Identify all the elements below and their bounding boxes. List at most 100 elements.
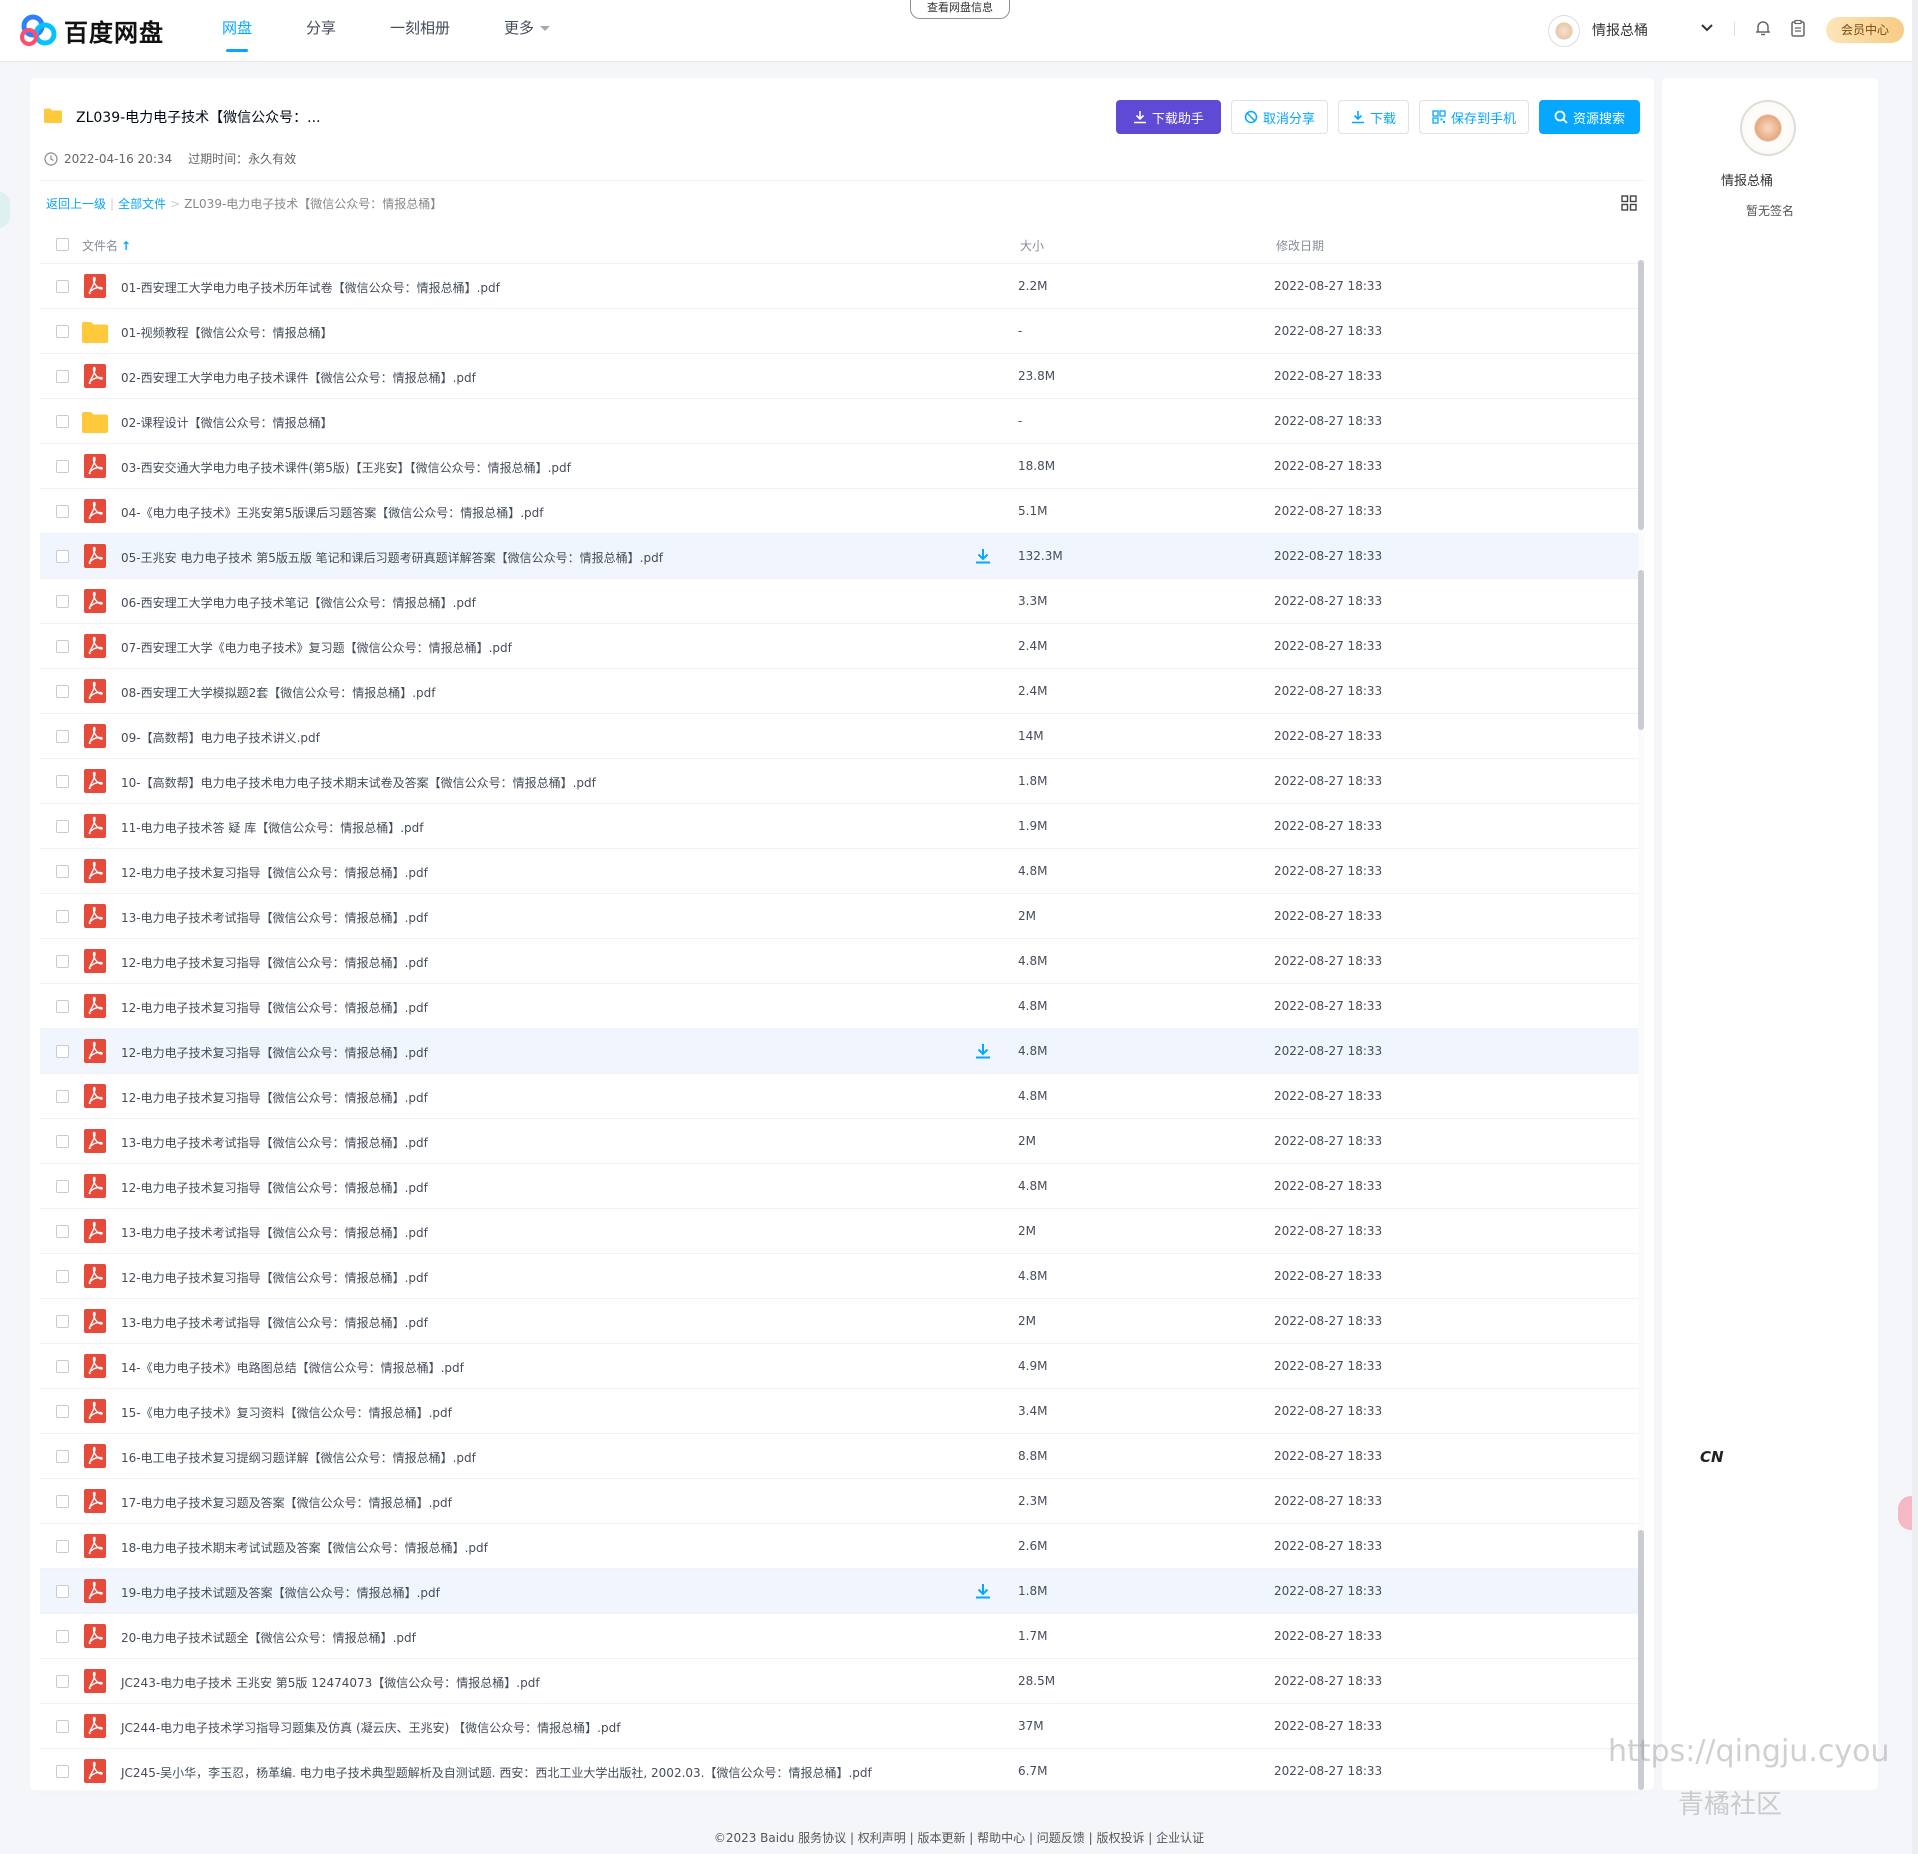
file-name[interactable]: 12-电力电子技术复习指导【微信公众号：情报总桶】.pdf	[121, 1044, 428, 1061]
row-checkbox[interactable]	[56, 1090, 69, 1103]
file-row[interactable]: 05-王兆安 电力电子技术 第5版五版 笔记和课后习题考研真题详解答案【微信公众…	[40, 534, 1638, 579]
download-icon[interactable]	[974, 547, 992, 565]
row-checkbox[interactable]	[56, 460, 69, 473]
file-row[interactable]: 07-西安理工大学《电力电子技术》复习题【微信公众号：情报总桶】.pdf 2.4M…	[40, 624, 1638, 669]
download-button[interactable]: 下载	[1337, 100, 1409, 134]
file-row[interactable]: 10-【高数帮】电力电子技术电力电子技术期末试卷及答案【微信公众号：情报总桶】.…	[40, 759, 1638, 804]
breadcrumb-all-files-link[interactable]: 全部文件	[118, 195, 166, 212]
row-checkbox[interactable]	[56, 685, 69, 698]
user-avatar[interactable]	[1548, 15, 1580, 47]
file-row[interactable]: JC245-吴小华，李玉忍，杨革编. 电力电子技术典型题解析及自测试题. 西安：…	[40, 1749, 1638, 1794]
row-checkbox[interactable]	[56, 1270, 69, 1283]
row-checkbox[interactable]	[56, 775, 69, 788]
file-name[interactable]: 18-电力电子技术期末考试试题及答案【微信公众号：情报总桶】.pdf	[121, 1539, 488, 1556]
breadcrumb-back-link[interactable]: 返回上一级	[46, 195, 106, 212]
sharer-avatar[interactable]	[1740, 100, 1796, 156]
file-row[interactable]: 08-西安理工大学模拟题2套【微信公众号：情报总桶】.pdf 2.4M 2022-0…	[40, 669, 1638, 714]
file-name[interactable]: 10-【高数帮】电力电子技术电力电子技术期末试卷及答案【微信公众号：情报总桶】.…	[121, 774, 596, 791]
row-checkbox[interactable]	[56, 910, 69, 923]
nav-item-more[interactable]: 更多	[504, 0, 551, 62]
download-icon[interactable]	[974, 1042, 992, 1060]
row-checkbox[interactable]	[56, 415, 69, 428]
file-row[interactable]: JC244-电力电子技术学习指导习题集及仿真 (凝云庆、王兆安) 【微信公众号：…	[40, 1704, 1638, 1749]
row-checkbox[interactable]	[56, 595, 69, 608]
row-checkbox[interactable]	[56, 1540, 69, 1553]
file-row[interactable]: 12-电力电子技术复习指导【微信公众号：情报总桶】.pdf 4.8M 2022-08…	[40, 1164, 1638, 1209]
row-checkbox[interactable]	[56, 1360, 69, 1373]
column-header-name[interactable]: 文件名 ↑	[82, 237, 131, 254]
column-header-date[interactable]: 修改日期	[1276, 237, 1324, 254]
row-checkbox[interactable]	[56, 1180, 69, 1193]
save-to-phone-button[interactable]: 保存到手机	[1418, 100, 1529, 134]
row-checkbox[interactable]	[56, 280, 69, 293]
file-name[interactable]: 20-电力电子技术试题全【微信公众号：情报总桶】.pdf	[121, 1629, 416, 1646]
file-row[interactable]: 02-课程设计【微信公众号：情报总桶】 - 2022-08-27 18:33	[40, 399, 1638, 444]
file-row[interactable]: 13-电力电子技术考试指导【微信公众号：情报总桶】.pdf 2M 2022-08-2…	[40, 1119, 1638, 1164]
file-row[interactable]: 19-电力电子技术试题及答案【微信公众号：情报总桶】.pdf 1.8M 2022-0…	[40, 1569, 1638, 1614]
file-name[interactable]: 12-电力电子技术复习指导【微信公众号：情报总桶】.pdf	[121, 864, 428, 881]
file-row[interactable]: 14-《电力电子技术》电路图总结【微信公众号：情报总桶】.pdf 4.9M 2022…	[40, 1344, 1638, 1389]
row-checkbox[interactable]	[56, 865, 69, 878]
row-checkbox[interactable]	[56, 640, 69, 653]
list-scrollbar[interactable]	[1638, 260, 1644, 1790]
file-name[interactable]: 19-电力电子技术试题及答案【微信公众号：情报总桶】.pdf	[121, 1584, 440, 1601]
file-name[interactable]: 03-西安交通大学电力电子技术课件(第5版)【王兆安】【微信公众号：情报总桶】.…	[121, 459, 571, 476]
row-checkbox[interactable]	[56, 1225, 69, 1238]
file-name[interactable]: 13-电力电子技术考试指导【微信公众号：情报总桶】.pdf	[121, 1224, 428, 1241]
file-row[interactable]: 01-西安理工大学电力电子技术历年试卷【微信公众号：情报总桶】.pdf 2.2M 2…	[40, 264, 1638, 309]
download-helper-button[interactable]: 下载助手	[1115, 100, 1221, 134]
file-row[interactable]: 12-电力电子技术复习指导【微信公众号：情报总桶】.pdf 4.8M 2022-08…	[40, 1029, 1638, 1074]
resource-search-button[interactable]: 资源搜索	[1538, 100, 1640, 134]
file-row[interactable]: 09-【高数帮】电力电子技术讲义.pdf 14M 2022-08-27 18:33	[40, 714, 1638, 759]
file-row[interactable]: 04-《电力电子技术》王兆安第5版课后习题答案【微信公众号：情报总桶】.pdf 5…	[40, 489, 1638, 534]
language-badge[interactable]: CN	[1700, 1448, 1724, 1466]
row-checkbox[interactable]	[56, 1315, 69, 1328]
file-name[interactable]: 13-电力电子技术考试指导【微信公众号：情报总桶】.pdf	[121, 1134, 428, 1151]
view-disk-info-tab[interactable]: 查看网盘信息	[910, 0, 1010, 19]
nav-item-share[interactable]: 分享	[306, 0, 336, 62]
row-checkbox[interactable]	[56, 955, 69, 968]
user-name[interactable]: 情报总桶	[1592, 20, 1648, 40]
file-row[interactable]: 01-视频教程【微信公众号：情报总桶】 - 2022-08-27 18:33	[40, 309, 1638, 354]
row-checkbox[interactable]	[56, 1000, 69, 1013]
file-row[interactable]: 12-电力电子技术复习指导【微信公众号：情报总桶】.pdf 4.8M 2022-08…	[40, 984, 1638, 1029]
file-name[interactable]: 01-视频教程【微信公众号：情报总桶】	[121, 324, 333, 341]
row-checkbox[interactable]	[56, 1045, 69, 1058]
clipboard-icon[interactable]	[1789, 19, 1807, 37]
file-row[interactable]: 03-西安交通大学电力电子技术课件(第5版)【王兆安】【微信公众号：情报总桶】.…	[40, 444, 1638, 489]
file-name[interactable]: 08-西安理工大学模拟题2套【微信公众号：情报总桶】.pdf	[121, 684, 436, 701]
file-name[interactable]: 15-《电力电子技术》复习资料【微信公众号：情报总桶】.pdf	[121, 1404, 452, 1421]
chevron-down-icon[interactable]	[1700, 21, 1714, 35]
file-name[interactable]: 02-西安理工大学电力电子技术课件【微信公众号：情报总桶】.pdf	[121, 369, 476, 386]
file-name[interactable]: JC244-电力电子技术学习指导习题集及仿真 (凝云庆、王兆安) 【微信公众号：…	[121, 1719, 620, 1736]
row-checkbox[interactable]	[56, 1495, 69, 1508]
file-row[interactable]: 15-《电力电子技术》复习资料【微信公众号：情报总桶】.pdf 3.4M 2022-…	[40, 1389, 1638, 1434]
file-name[interactable]: 04-《电力电子技术》王兆安第5版课后习题答案【微信公众号：情报总桶】.pdf	[121, 504, 544, 521]
scrollbar-thumb[interactable]	[1638, 260, 1644, 530]
file-name[interactable]: 14-《电力电子技术》电路图总结【微信公众号：情报总桶】.pdf	[121, 1359, 464, 1376]
row-checkbox[interactable]	[56, 505, 69, 518]
file-name[interactable]: 12-电力电子技术复习指导【微信公众号：情报总桶】.pdf	[121, 954, 428, 971]
file-name[interactable]: 12-电力电子技术复习指导【微信公众号：情报总桶】.pdf	[121, 1089, 428, 1106]
row-checkbox[interactable]	[56, 730, 69, 743]
cancel-share-button[interactable]: 取消分享	[1230, 100, 1328, 134]
file-row[interactable]: 12-电力电子技术复习指导【微信公众号：情报总桶】.pdf 4.8M 2022-08…	[40, 1254, 1638, 1299]
bell-icon[interactable]	[1754, 19, 1772, 37]
file-row[interactable]: 18-电力电子技术期末考试试题及答案【微信公众号：情报总桶】.pdf 2.6M 20…	[40, 1524, 1638, 1569]
file-row[interactable]: JC243-电力电子技术 王兆安 第5版 12474073【微信公众号：情报总桶…	[40, 1659, 1638, 1704]
file-name[interactable]: 12-电力电子技术复习指导【微信公众号：情报总桶】.pdf	[121, 999, 428, 1016]
file-row[interactable]: 06-西安理工大学电力电子技术笔记【微信公众号：情报总桶】.pdf 3.3M 202…	[40, 579, 1638, 624]
row-checkbox[interactable]	[56, 1450, 69, 1463]
file-name[interactable]: JC243-电力电子技术 王兆安 第5版 12474073【微信公众号：情报总桶…	[121, 1674, 540, 1691]
column-header-size[interactable]: 大小	[1020, 237, 1044, 254]
file-name[interactable]: 13-电力电子技术考试指导【微信公众号：情报总桶】.pdf	[121, 909, 428, 926]
download-icon[interactable]	[974, 1582, 992, 1600]
row-checkbox[interactable]	[56, 550, 69, 563]
file-row[interactable]: 17-电力电子技术复习题及答案【微信公众号：情报总桶】.pdf 2.3M 2022-…	[40, 1479, 1638, 1524]
file-row[interactable]: 02-西安理工大学电力电子技术课件【微信公众号：情报总桶】.pdf 23.8M 20…	[40, 354, 1638, 399]
file-name[interactable]: 02-课程设计【微信公众号：情报总桶】	[121, 414, 333, 431]
file-name[interactable]: 13-电力电子技术考试指导【微信公众号：情报总桶】.pdf	[121, 1314, 428, 1331]
file-row[interactable]: 11-电力电子技术答 疑 库【微信公众号：情报总桶】.pdf 1.9M 2022-0…	[40, 804, 1638, 849]
row-checkbox[interactable]	[56, 820, 69, 833]
row-checkbox[interactable]	[56, 325, 69, 338]
